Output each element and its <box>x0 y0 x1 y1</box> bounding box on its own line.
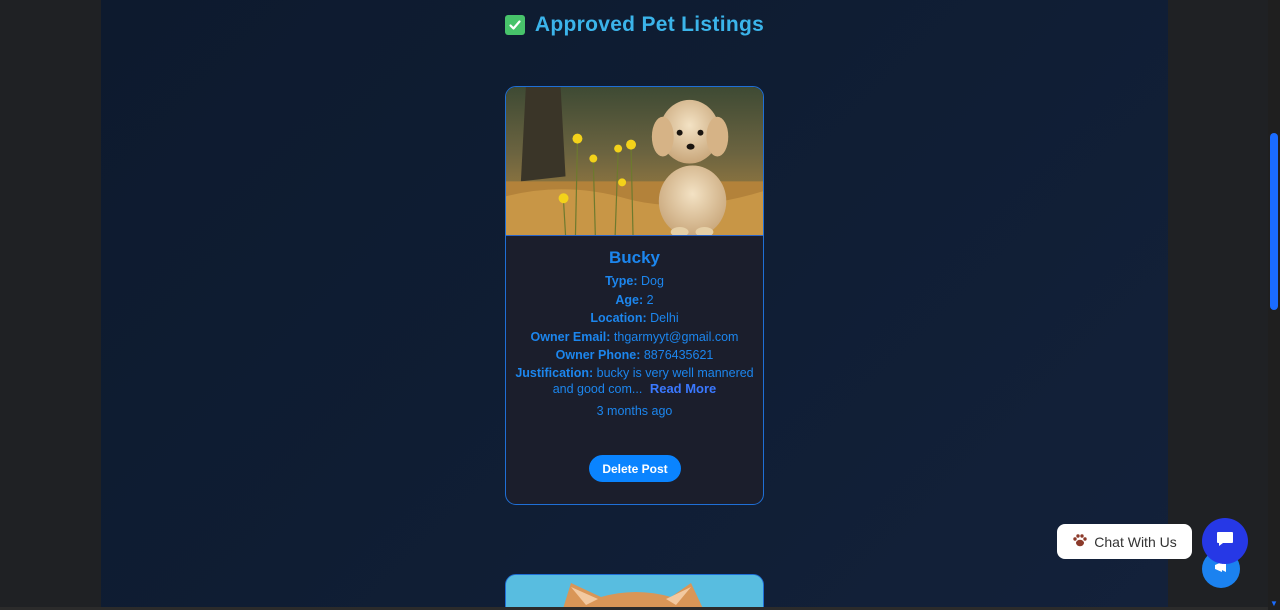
owner-phone: Owner Phone: 8876435621 <box>555 348 714 362</box>
paw-icon <box>1072 532 1088 551</box>
pet-age: Age: 2 <box>615 292 654 307</box>
chat-open-button[interactable] <box>1202 518 1248 564</box>
pet-listing-card-2 <box>505 574 764 610</box>
pet-justification: Justification: bucky is very well manner… <box>515 365 754 397</box>
page-title: Approved Pet Listings <box>101 13 1168 37</box>
scroll-down-arrow-icon[interactable]: ▼ <box>1270 600 1278 608</box>
posted-time: 3 months ago <box>596 403 673 418</box>
page-title-text: Approved Pet Listings <box>534 13 765 36</box>
chat-label-text: Chat With Us <box>1094 533 1177 550</box>
page-content: Approved Pet Listings Bucky Type: Dog Ag… <box>101 0 1168 610</box>
pet-listing-card: Bucky Type: Dog Age: 2 Location: Delhi O… <box>505 86 764 505</box>
page-scrollbar[interactable]: ▼ <box>1268 0 1280 610</box>
pet-name: Bucky <box>608 248 661 267</box>
owner-email: Owner Email: thgarmyyt@gmail.com <box>530 329 739 344</box>
check-box-icon <box>504 15 525 35</box>
pet-photo <box>506 87 763 236</box>
pet-photo-2 <box>506 575 763 610</box>
chat-with-us-button[interactable]: Chat With Us <box>1057 524 1192 559</box>
pet-type: Type: Dog <box>605 274 664 288</box>
delete-post-button[interactable]: Delete Post <box>589 455 681 482</box>
read-more-link[interactable]: Read More <box>650 381 716 396</box>
scrollbar-thumb[interactable] <box>1270 133 1278 310</box>
pet-location: Location: Delhi <box>590 311 679 325</box>
chat-bubble-icon <box>1215 529 1235 554</box>
